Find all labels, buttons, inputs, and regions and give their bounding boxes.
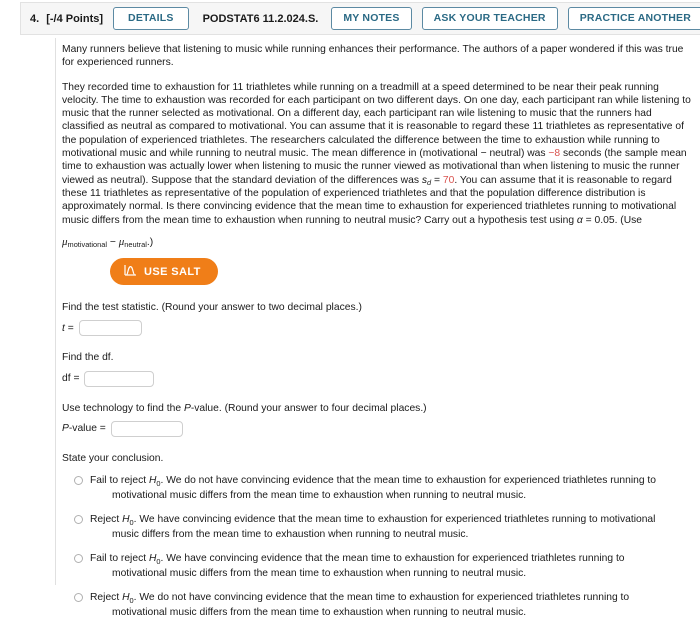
pvalue-label-p: P xyxy=(62,423,69,435)
option-4-h: H xyxy=(122,592,130,604)
option-3-line-1: . We have convincing evidence that the m… xyxy=(160,553,625,565)
question-header-bar: 4. [-/4 Points] DETAILS PODSTAT6 11.2.02… xyxy=(20,2,700,35)
option-3-decision: Fail to reject xyxy=(90,553,149,565)
option-4-decision: Reject xyxy=(90,592,123,604)
points-badge: [-/4 Points] xyxy=(46,12,104,25)
pvalue-label-rest: -value = xyxy=(68,423,106,435)
my-notes-button[interactable]: MY NOTES xyxy=(331,7,412,30)
conclusion-option-4-text: Reject H0. We do not have convincing evi… xyxy=(90,591,629,620)
mu-definition-line: μmotivational − μneutral.) xyxy=(62,235,695,250)
mu-subscript-1: motivational xyxy=(67,240,107,250)
option-2-h-sub: 0 xyxy=(129,517,134,527)
pvalue-label: P-value = xyxy=(62,422,106,435)
distribution-curve-icon xyxy=(124,264,137,279)
test-statistic-label: t = xyxy=(62,322,74,335)
pvalue-prompt-a: Use technology to find the xyxy=(62,402,184,414)
df-label: df = xyxy=(62,373,80,385)
option-3-line-2: motivational music differs from the mean… xyxy=(112,567,527,579)
pvalue-answer-row: P-value = xyxy=(62,421,695,438)
conclusion-option-3-text: Fail to reject H0. We have convincing ev… xyxy=(90,552,625,581)
option-1-line-2: motivational music differs from the mean… xyxy=(112,489,527,501)
option-1-line-1: . We do not have convincing evidence tha… xyxy=(160,475,657,487)
sd-equals: = xyxy=(431,174,443,186)
df-input[interactable] xyxy=(84,370,155,387)
conclusion-option-2-text: Reject H0. We have convincing evidence t… xyxy=(90,513,655,542)
df-prompt: Find the df. xyxy=(62,352,114,364)
pvalue-prompt-b: -value. (Round your answer to four decim… xyxy=(190,402,427,414)
practice-another-button[interactable]: PRACTICE ANOTHER xyxy=(567,7,700,30)
option-2-line-1: . We have convincing evidence that the m… xyxy=(133,514,656,526)
alpha-equals: = 0.05. (Use xyxy=(582,214,643,226)
problem-paragraph-2: They recorded time to exhaustion for 11 … xyxy=(62,81,695,227)
problem-paragraph-1: Many runners believe that listening to m… xyxy=(62,44,684,69)
option-4-line-2: motivational music differs from the mean… xyxy=(112,606,527,618)
option-2-line-2: music differs from the mean time to exha… xyxy=(112,528,469,540)
sd-subscript: d xyxy=(427,178,432,188)
pvalue-prompt: Use technology to find the P-value. (Rou… xyxy=(62,402,695,415)
assignment-code: PODSTAT6 11.2.024.S. xyxy=(202,12,319,25)
conclusion-option-1[interactable]: Fail to reject H0. We do not have convin… xyxy=(62,474,695,503)
question-number: 4. xyxy=(30,12,40,25)
use-salt-button[interactable]: USE SALT xyxy=(110,258,218,286)
radio-button-icon[interactable] xyxy=(74,515,83,525)
test-statistic-input[interactable] xyxy=(78,320,142,337)
test-statistic-prompt: Find the test statistic. (Round your ans… xyxy=(62,302,362,314)
df-answer-row: df = xyxy=(62,370,695,387)
radio-button-icon[interactable] xyxy=(74,554,83,564)
content-divider-line xyxy=(55,38,56,585)
use-salt-label: USE SALT xyxy=(144,265,201,278)
conclusion-option-1-text: Fail to reject H0. We do not have convin… xyxy=(90,474,656,503)
conclusion-prompt: State your conclusion. xyxy=(62,453,164,465)
sd-value: 70 xyxy=(442,174,455,186)
radio-button-icon[interactable] xyxy=(74,476,83,486)
pvalue-input[interactable] xyxy=(110,421,183,438)
question-content: Many runners believe that listening to m… xyxy=(62,43,695,630)
mu-close-paren: .) xyxy=(146,236,154,248)
option-1-h-sub: 0 xyxy=(156,478,161,488)
conclusion-option-4[interactable]: Reject H0. We do not have convincing evi… xyxy=(62,591,695,620)
ask-your-teacher-button[interactable]: ASK YOUR TEACHER xyxy=(421,7,558,30)
conclusion-option-2[interactable]: Reject H0. We have convincing evidence t… xyxy=(62,513,695,542)
mu-subscript-2: neutral xyxy=(124,240,147,250)
option-3-h-sub: 0 xyxy=(156,556,161,566)
pvalue-p-italic: P xyxy=(183,402,191,414)
mu-symbol-1: μ xyxy=(62,235,68,248)
option-4-line-1: . We do not have convincing evidence tha… xyxy=(133,592,630,604)
mu-minus: − xyxy=(106,236,119,248)
t-equals: = xyxy=(64,322,74,334)
option-1-decision: Fail to reject xyxy=(90,475,149,487)
option-2-decision: Reject xyxy=(90,514,123,526)
use-salt-row: USE SALT xyxy=(62,258,695,286)
mean-difference-value: −8 xyxy=(548,148,561,160)
details-button[interactable]: DETAILS xyxy=(113,7,189,30)
option-4-h-sub: 0 xyxy=(129,595,134,605)
conclusion-option-3[interactable]: Fail to reject H0. We have convincing ev… xyxy=(62,552,695,581)
radio-button-icon[interactable] xyxy=(74,593,83,603)
option-2-h: H xyxy=(122,514,130,526)
problem-text-b: neutral) was xyxy=(486,148,549,160)
test-statistic-answer-row: t = xyxy=(62,320,695,337)
